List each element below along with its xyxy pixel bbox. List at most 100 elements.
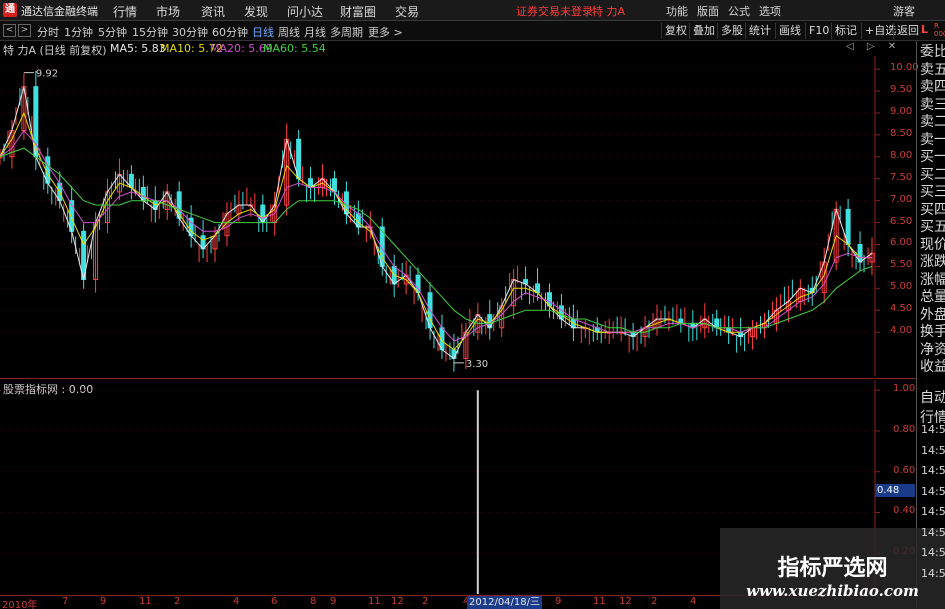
tab-5min[interactable]: 5分钟: [98, 24, 127, 40]
price-tick-label: 4.00: [890, 325, 913, 337]
indicator-tick-label: 0.60: [893, 464, 916, 476]
date-tick-label: 2: [422, 596, 429, 607]
menu-formula[interactable]: 公式: [728, 3, 750, 19]
price-tick-label: 8.50: [890, 127, 913, 139]
candle: [857, 231, 869, 273]
multi-stock-button[interactable]: 多股: [717, 23, 746, 39]
orderbook-label: 换手: [920, 324, 945, 340]
candle: [451, 323, 463, 372]
candle: [773, 286, 785, 332]
candle: [308, 166, 320, 203]
orderbook-label: 涨幅: [920, 271, 945, 288]
date-tick-label: 7: [62, 596, 69, 607]
cursor-date-label: 2012/04/18/三: [467, 596, 543, 609]
date-tick-label: 9: [100, 596, 107, 607]
draw-line-button[interactable]: 画线: [775, 23, 804, 39]
mark-button[interactable]: 标记: [831, 23, 860, 39]
tab-timeshare[interactable]: 分时: [37, 24, 59, 40]
f10-button[interactable]: F10: [805, 23, 832, 39]
broker-status[interactable]: 证券交易未登录: [516, 3, 593, 19]
tab-30min[interactable]: 30分钟: [172, 24, 208, 40]
candle: [427, 282, 439, 352]
corner-l-indicator: L: [921, 23, 929, 36]
watermark: 指标严选网 www.xuezhibiao.com: [720, 528, 945, 609]
price-tick-label: 5.50: [890, 259, 913, 271]
ma60-label: MA60: 5.54: [263, 42, 326, 55]
tab-more[interactable]: 更多 >: [368, 24, 403, 40]
orderbook-label: 卖一: [920, 131, 945, 148]
return-button[interactable]: 返回: [893, 23, 922, 39]
price-tick-label: 10.00: [890, 62, 919, 74]
orderbook-label: 现价: [920, 236, 945, 253]
indicator-value-marker: 0.48: [875, 484, 915, 497]
price-tick-label: 9.50: [890, 84, 913, 96]
menu-market[interactable]: 市场: [156, 3, 180, 20]
tick-time: 14:50: [921, 443, 945, 457]
candle: [164, 184, 176, 220]
menu-function[interactable]: 功能: [666, 3, 688, 19]
indicator-tick-label: 0.40: [893, 505, 916, 517]
menu-discover[interactable]: 发现: [244, 3, 268, 20]
chart-info-bar: 特 力A (日线 前复权) MA5: 5.83 MA10: 5.72 MA20:…: [0, 41, 875, 57]
orderbook-label: 买二: [920, 166, 945, 183]
tick-time: 14:56: [921, 566, 945, 580]
date-tick-label: 2: [651, 596, 658, 607]
price-tick-label: 8.00: [890, 149, 913, 161]
menu-layout[interactable]: 版面: [697, 3, 719, 19]
next-button[interactable]: >: [18, 24, 31, 37]
date-tick-label: 9: [330, 596, 337, 607]
prev-button[interactable]: <: [3, 24, 16, 37]
restore-rights-button[interactable]: 复权: [661, 23, 690, 39]
price-tick-label: 5.00: [890, 281, 913, 293]
candle: [750, 316, 762, 350]
candle: [654, 304, 666, 336]
menu-trade[interactable]: 交易: [395, 3, 419, 20]
tick-time: 14:56: [921, 505, 945, 518]
price-annotation: 9.92: [23, 69, 58, 80]
corner-r-indicator: R 000: [934, 22, 945, 38]
price-annotation: 3.30: [453, 359, 488, 370]
price-tick-label: 6.50: [890, 215, 913, 227]
annotations: 9.92 3.30: [23, 69, 488, 370]
date-tick-label: 6: [271, 596, 278, 607]
orderbook-label: 买四: [920, 201, 945, 218]
candle: [9, 88, 21, 169]
orderbook-label: 净资: [920, 341, 945, 358]
stats-button[interactable]: 统计: [745, 23, 774, 39]
tab-monthly[interactable]: 月线: [304, 24, 326, 40]
tab-15min[interactable]: 15分钟: [132, 24, 168, 40]
orderbook-label: 买三: [920, 184, 945, 200]
tab-60min[interactable]: 60分钟: [212, 24, 248, 40]
candle: [200, 219, 212, 263]
chart-window-controls[interactable]: ◁ ▷ ✕: [846, 41, 901, 52]
main-price-chart[interactable]: 9.92 3.30: [0, 56, 880, 376]
tick-time: 14:50: [921, 464, 945, 477]
price-tick-label: 6.00: [890, 237, 913, 249]
tab-daily[interactable]: 日线: [252, 24, 274, 40]
candle: [176, 181, 188, 233]
watermark-title: 指标严选网: [777, 556, 888, 581]
date-tick-label: 2010年: [2, 600, 38, 609]
tick-time: 14:50: [921, 423, 945, 436]
candle: [379, 217, 391, 285]
tab-multi-period[interactable]: 多周期: [330, 24, 363, 40]
tab-1min[interactable]: 1分钟: [64, 24, 93, 40]
orderbook-label: 卖五: [920, 61, 945, 78]
menu-quotes[interactable]: 行情: [113, 3, 137, 20]
orderbook-label: 收益: [920, 359, 945, 375]
candle: [606, 316, 618, 344]
candle: [343, 181, 355, 225]
menu-ask[interactable]: 问小达: [287, 3, 323, 20]
tab-weekly[interactable]: 周线: [278, 24, 300, 40]
overlay-button[interactable]: 叠加: [689, 23, 718, 39]
candle: [558, 294, 570, 329]
annotation-label: 9.92: [36, 69, 58, 80]
menu-wealth[interactable]: 财富圈: [340, 3, 376, 20]
indicator-tick-label: 0.80: [893, 423, 916, 435]
menu-news[interactable]: 资讯: [201, 3, 225, 20]
tick-time: 14:56: [921, 484, 945, 498]
guest-label[interactable]: 游客: [893, 3, 915, 19]
candle: [845, 198, 857, 270]
auto-panel-label[interactable]: 自动: [920, 387, 945, 407]
menu-options[interactable]: 选项: [759, 3, 781, 19]
